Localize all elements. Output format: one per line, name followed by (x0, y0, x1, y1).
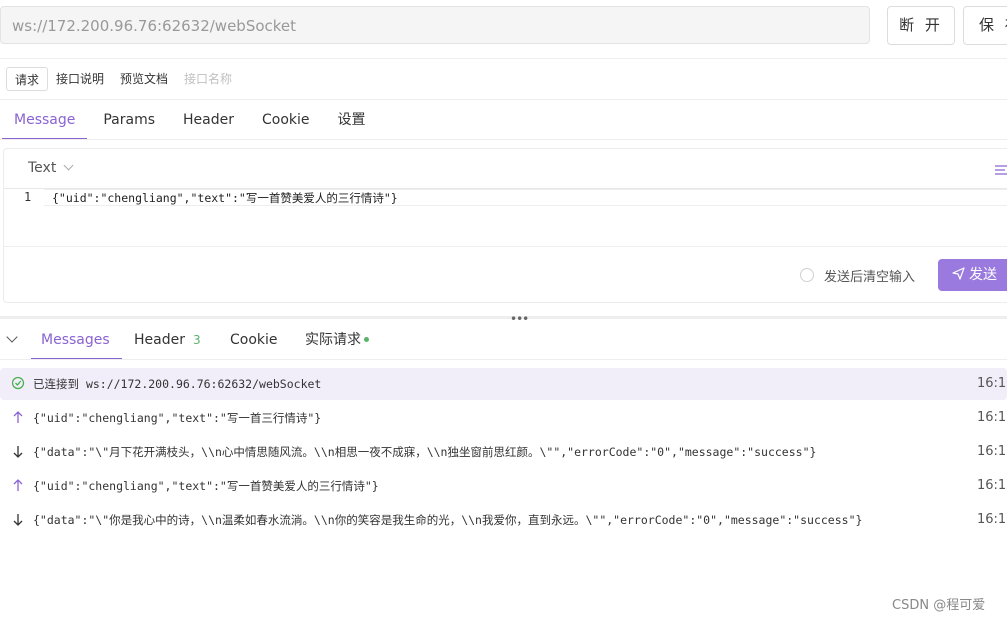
message-text: {"data":"\"你是我心中的诗，\\n温柔如春水流淌。\\n你的笑容是我生… (33, 513, 863, 527)
message-editor[interactable]: {"uid":"chengliang","text":"写一首赞美爱人的三行情诗… (52, 190, 398, 206)
message-row[interactable]: {"uid":"chengliang","text":"写一首赞美爱人的三行情诗… (0, 470, 1007, 502)
tab-cookie[interactable]: Cookie (248, 100, 324, 139)
divider (0, 359, 1007, 360)
editor-divider (4, 246, 1007, 247)
send-button[interactable]: 发送 (938, 259, 1007, 291)
message-row[interactable]: 已连接到 ws://172.200.96.76:62632/webSocket … (0, 368, 1007, 400)
save-button[interactable]: 保 存 (963, 6, 1007, 45)
tab-response-cookie[interactable]: Cookie (230, 322, 278, 359)
connected-check-icon (11, 368, 26, 400)
send-icon (952, 267, 965, 280)
message-row[interactable]: {"data":"\"月下花开满枝头，\\n心中情思随风流。\\n相思一夜不成寐… (0, 436, 1007, 468)
tab-label: 实际请求 (305, 332, 361, 348)
line-number: 1 (24, 190, 32, 204)
message-time: 16:11 (977, 478, 1007, 493)
arrow-up-icon (12, 402, 26, 434)
drag-handle-icon[interactable]: ••• (510, 312, 529, 326)
message-text: {"data":"\"月下花开满枝头，\\n心中情思随风流。\\n相思一夜不成寐… (33, 445, 817, 459)
tab-response-header[interactable]: Header 3 (134, 322, 201, 359)
connected-url: ws://172.200.96.76:62632/webSocket (85, 377, 322, 391)
doc-tab-description[interactable]: 接口说明 (48, 67, 112, 91)
doc-tab-preview[interactable]: 预览文档 (112, 67, 176, 91)
message-time: 16:11 (977, 410, 1007, 425)
tab-label: Header (134, 332, 185, 348)
header-count-badge: 3 (192, 333, 201, 347)
arrow-up-icon (12, 470, 26, 502)
tab-params[interactable]: Params (89, 100, 169, 139)
message-row[interactable]: {"uid":"chengliang","text":"写一首三行情诗"} 16… (0, 402, 1007, 434)
watermark: CSDN @程可爱 (892, 598, 986, 613)
arrow-down-icon (12, 436, 26, 468)
send-button-label: 发送 (969, 267, 997, 283)
disconnect-button[interactable]: 断 开 (887, 6, 955, 45)
request-tabs: Message Params Header Cookie 设置 (0, 100, 380, 140)
clear-after-send-label: 发送后清空输入 (824, 270, 916, 285)
message-type-select[interactable]: Text (28, 160, 74, 176)
tab-message[interactable]: Message (0, 100, 89, 140)
connected-label: 已连接到 (33, 377, 79, 391)
api-name-input[interactable]: 接口名称 (176, 67, 240, 91)
message-row[interactable]: {"data":"\"你是我心中的诗，\\n温柔如春水流淌。\\n你的笑容是我生… (0, 504, 1007, 536)
panel-splitter[interactable] (0, 316, 1007, 319)
divider (0, 139, 1007, 140)
doc-tab-request[interactable]: 请求 (6, 67, 49, 91)
message-text: {"uid":"chengliang","text":"写一首三行情诗"} (33, 411, 322, 425)
tab-messages[interactable]: Messages (31, 322, 122, 360)
collapse-chevron-icon[interactable] (6, 331, 18, 343)
message-text: {"uid":"chengliang","text":"写一首赞美爱人的三行情诗… (33, 479, 379, 493)
clear-after-send-checkbox[interactable] (800, 268, 814, 282)
status-dot-icon (364, 337, 369, 342)
tab-settings[interactable]: 设置 (324, 100, 380, 139)
message-text: 已连接到 ws://172.200.96.76:62632/webSocket (33, 368, 321, 400)
message-type-value: Text (28, 160, 57, 176)
websocket-url-input[interactable]: ws://172.200.96.76:62632/webSocket (0, 6, 870, 44)
tab-header[interactable]: Header (169, 100, 248, 139)
message-time: 16:11 (977, 444, 1007, 459)
divider (0, 58, 1007, 59)
format-icon[interactable] (993, 163, 1007, 175)
arrow-down-icon (12, 504, 26, 536)
doc-tabs: 请求 接口说明 预览文档 接口名称 (6, 67, 240, 91)
tab-actual-request[interactable]: 实际请求 (305, 322, 369, 359)
chevron-down-icon (63, 160, 74, 171)
message-time: 16:11 (977, 376, 1007, 391)
message-time: 16:11 (977, 512, 1007, 527)
